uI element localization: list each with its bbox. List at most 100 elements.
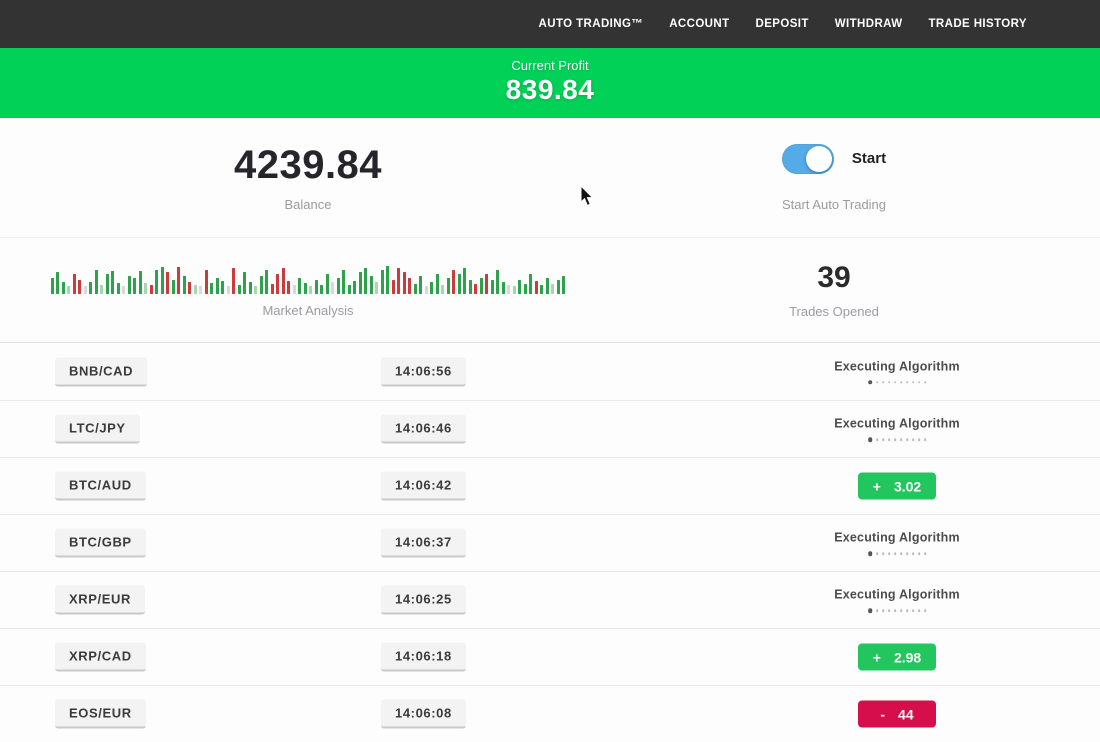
market-bar [298, 278, 301, 294]
executing-label: Executing Algorithm [834, 416, 960, 430]
auto-trading-block: Start Start Auto Trading [616, 118, 1100, 237]
progress-dot [906, 381, 909, 384]
trade-row: EOS/EUR14:06:08-44 [0, 685, 1100, 742]
balance-value: 4239.84 [234, 143, 382, 188]
progress-dot [876, 381, 879, 384]
market-bar [122, 286, 125, 294]
market-bar [155, 270, 158, 294]
market-analysis-chart [51, 262, 566, 294]
trades-opened-label: Trades Opened [789, 304, 879, 319]
market-bar [166, 272, 169, 294]
market-bar [337, 278, 340, 294]
nav-item[interactable]: AUTO TRADING™ [539, 18, 644, 30]
market-bar [326, 274, 329, 294]
market-bar [469, 280, 472, 294]
executing-label: Executing Algorithm [834, 530, 960, 544]
current-profit-value: 839.84 [0, 74, 1100, 106]
progress-dot [900, 552, 903, 555]
market-bar [194, 285, 197, 294]
market-bar [480, 278, 483, 294]
market-bar [403, 272, 406, 294]
market-bar [353, 281, 356, 294]
market-bar [95, 270, 98, 294]
market-bar [375, 282, 378, 294]
pair-chip: BNB/CAD [55, 357, 147, 386]
market-bar [254, 286, 257, 294]
time-chip: 14:06:56 [381, 357, 466, 386]
trade-row: XRP/EUR14:06:25Executing Algorithm [0, 571, 1100, 628]
market-bar [551, 284, 554, 294]
current-profit-label: Current Profit [0, 58, 1100, 73]
progress-dot [894, 381, 897, 384]
result-badge: +2.98 [858, 644, 936, 671]
progress-dot [876, 609, 879, 612]
market-bar [276, 274, 279, 294]
market-bar [216, 278, 219, 294]
market-bar [62, 282, 65, 294]
market-analysis-label: Market Analysis [262, 303, 353, 318]
progress-dot [868, 551, 873, 556]
current-profit-banner: Current Profit 839.84 [0, 48, 1100, 118]
result-sign: + [873, 478, 881, 494]
stats-row-market: Market Analysis 39 Trades Opened [0, 237, 1100, 342]
balance-label: Balance [285, 197, 332, 212]
market-bar [183, 276, 186, 294]
market-bar [370, 276, 373, 294]
market-bar [84, 286, 87, 294]
market-bar [144, 283, 147, 294]
market-bar [518, 280, 521, 294]
executing-status: Executing Algorithm [834, 587, 960, 613]
market-bar [205, 270, 208, 294]
nav-item[interactable]: WITHDRAW [835, 18, 903, 30]
progress-dot [894, 438, 897, 441]
market-bar [188, 282, 191, 294]
stats-row-balance: 4239.84 Balance Start Start Auto Trading [0, 118, 1100, 237]
progress-dot [912, 609, 915, 612]
market-bar [320, 285, 323, 294]
trade-row: XRP/CAD14:06:18+2.98 [0, 628, 1100, 685]
time-chip: 14:06:08 [381, 700, 466, 729]
auto-trading-toggle[interactable] [782, 144, 834, 174]
nav-item[interactable]: DEPOSIT [756, 18, 809, 30]
market-bar [161, 267, 164, 294]
progress-dot [906, 438, 909, 441]
market-bar [359, 272, 362, 294]
market-bar [342, 270, 345, 294]
market-bar [557, 280, 560, 294]
market-bar [150, 285, 153, 294]
progress-dot [894, 609, 897, 612]
progress-dot [924, 381, 927, 384]
market-bar [430, 282, 433, 294]
market-bar [265, 270, 268, 294]
market-bar [293, 285, 296, 294]
market-bar [463, 268, 466, 294]
result-sign: + [873, 649, 881, 665]
progress-dot [924, 552, 927, 555]
toggle-label: Start [852, 150, 886, 167]
market-bar [73, 274, 76, 294]
market-bar [491, 280, 494, 294]
trade-row: LTC/JPY14:06:46Executing Algorithm [0, 400, 1100, 457]
progress-dot [912, 381, 915, 384]
nav-item[interactable]: ACCOUNT [669, 18, 729, 30]
market-bar [474, 284, 477, 294]
market-bar [227, 286, 230, 294]
progress-dot [888, 552, 891, 555]
progress-dot [876, 438, 879, 441]
market-bar [441, 285, 444, 294]
market-bar [348, 285, 351, 294]
nav-item[interactable]: TRADE HISTORY [929, 18, 1028, 30]
progress-dot [918, 381, 921, 384]
market-bar [436, 274, 439, 294]
progress-dot [912, 438, 915, 441]
market-bar [309, 286, 312, 294]
market-analysis-block: Market Analysis [0, 238, 616, 342]
progress-dot [918, 552, 921, 555]
market-bar [485, 274, 488, 294]
market-bar [546, 278, 549, 294]
executing-label: Executing Algorithm [834, 359, 960, 373]
market-bar [51, 278, 54, 294]
market-bar [56, 272, 59, 294]
pair-chip: LTC/JPY [55, 415, 140, 444]
pair-chip: XRP/EUR [55, 586, 145, 615]
